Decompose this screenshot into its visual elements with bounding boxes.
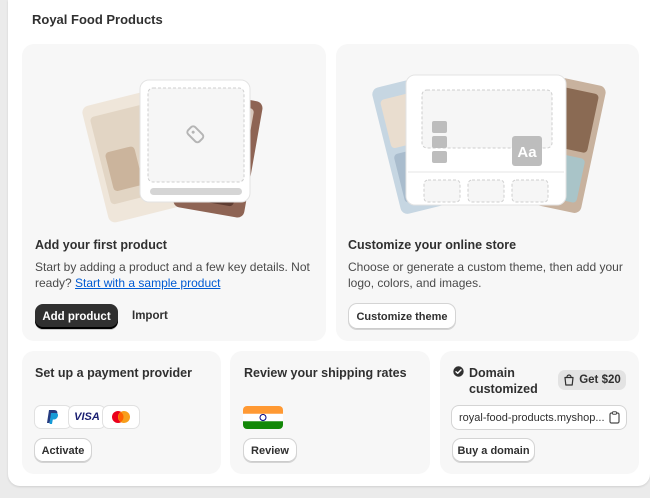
paypal-icon	[35, 406, 71, 428]
buy-domain-button[interactable]: Buy a domain	[453, 439, 534, 462]
add-product-button[interactable]: Add product	[35, 304, 118, 329]
payment-card-title: Set up a payment provider	[35, 366, 192, 380]
customize-store-card: Aa Customize your online store Choose or…	[336, 44, 639, 341]
copy-icon[interactable]	[609, 411, 620, 424]
store-card-description: Choose or generate a custom theme, then …	[348, 260, 623, 290]
mastercard-icon	[103, 406, 139, 428]
review-button[interactable]: Review	[244, 439, 296, 462]
product-illustration	[82, 79, 263, 223]
activate-button[interactable]: Activate	[35, 439, 91, 462]
visa-icon: VISA	[69, 406, 105, 428]
page-title: Royal Food Products	[32, 12, 163, 27]
store-card-title: Customize your online store	[348, 238, 517, 252]
domain-field[interactable]: royal-food-products.myshop...	[452, 406, 626, 429]
font-sample-icon: Aa	[517, 144, 537, 161]
product-card-description: Start by adding a product and a few key …	[35, 260, 310, 290]
add-product-card: Add your first product Start by adding a…	[22, 44, 326, 341]
get-credit-badge: Get $20	[558, 370, 626, 390]
product-card-title: Add your first product	[35, 238, 167, 252]
india-flag-icon	[243, 406, 283, 429]
customize-theme-button[interactable]: Customize theme	[349, 304, 455, 329]
shopify-bag-icon	[564, 374, 574, 386]
shipping-rates-card: Review your shipping rates Review	[230, 351, 430, 474]
payment-provider-card: Set up a payment provider VISA Activate	[22, 351, 221, 474]
import-button[interactable]: Import	[132, 310, 168, 322]
shipping-card-title: Review your shipping rates	[244, 366, 407, 380]
sample-product-link[interactable]: Start with a sample product	[75, 276, 220, 290]
domain-card-title: Domain customized	[469, 366, 538, 396]
check-circle-icon	[453, 366, 464, 377]
theme-illustration: Aa	[372, 74, 606, 214]
